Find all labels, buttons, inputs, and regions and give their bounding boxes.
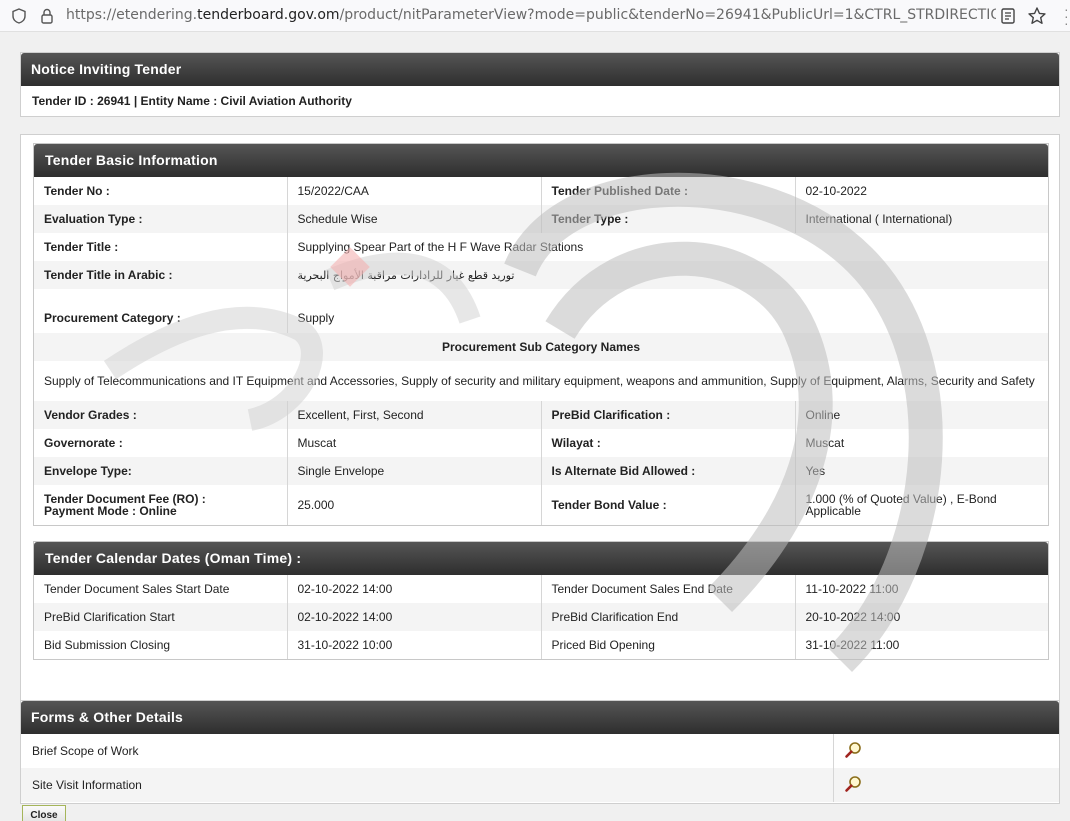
table-row: Bid Submission Closing 31-10-2022 10:00 … [34, 631, 1048, 659]
browser-toolbar: https://etendering.tenderboard.gov.om/pr… [0, 0, 1070, 32]
governorate-label: Governorate : [34, 429, 288, 457]
basic-info-table: Tender No : 15/2022/CAA Tender Published… [34, 177, 1048, 525]
calendar-label: Bid Submission Closing [34, 631, 288, 659]
lock-icon[interactable] [38, 7, 56, 25]
evaluation-type-value: Schedule Wise [287, 205, 542, 233]
document-fee-label: Tender Document Fee (RO) : Payment Mode :… [34, 485, 288, 525]
bond-value: 1.000 (% of Quoted Value) , E-Bond Appli… [805, 492, 997, 518]
tender-no-label: Tender No : [34, 177, 288, 205]
calendar-value: 02-10-2022 14:00 [287, 603, 542, 631]
tender-no-value: 15/2022/CAA [287, 177, 542, 205]
calendar-table: Tender Document Sales Start Date 02-10-2… [34, 575, 1048, 659]
table-row: Governorate : Muscat Wilayat : Muscat [34, 429, 1048, 457]
form-item-label: Brief Scope of Work [21, 734, 834, 768]
procurement-category-label: Procurement Category : [34, 289, 288, 333]
subcategory-heading: Procurement Sub Category Names [34, 333, 1048, 361]
table-row: Procurement Sub Category Names [34, 333, 1048, 361]
calendar-value: 20-10-2022 14:00 [795, 603, 1048, 631]
page-content: Notice Inviting Tender Tender ID : 26941… [0, 32, 1070, 821]
address-bar[interactable]: https://etendering.tenderboard.gov.om/pr… [66, 7, 996, 23]
tender-details-panel: Tender Basic Information Tender No : 15/… [20, 134, 1060, 714]
prebid-label: PreBid Clarification : [541, 401, 796, 429]
envelope-type-value: Single Envelope [287, 457, 542, 485]
alternate-bid-label: Is Alternate Bid Allowed : [541, 457, 796, 485]
tender-title-label: Tender Title : [34, 233, 288, 261]
vendor-grades-label: Vendor Grades : [34, 401, 288, 429]
bookmark-star-icon[interactable] [1027, 6, 1047, 26]
basic-info-section: Tender Basic Information Tender No : 15/… [33, 143, 1049, 526]
magnifier-icon[interactable] [844, 741, 862, 759]
calendar-label: PreBid Clarification End [541, 603, 796, 631]
basic-info-header: Tender Basic Information [34, 144, 1048, 177]
wilayat-value: Muscat [805, 436, 845, 450]
arabic-title-value: توريد قطع غيار للرادارات مراقبة الأمواج … [287, 261, 1048, 289]
table-row: Tender Document Fee (RO) : Payment Mode :… [34, 485, 1048, 525]
envelope-type-label: Envelope Type: [34, 457, 288, 485]
calendar-section: Tender Calendar Dates (Oman Time) : Tend… [33, 541, 1049, 660]
url-domain: tenderboard.gov.om [197, 7, 340, 23]
notice-header: Notice Inviting Tender [21, 53, 1059, 86]
forms-header: Forms & Other Details [21, 701, 1059, 734]
table-row: Tender Title : Supplying Spear Part of t… [34, 233, 1048, 261]
table-row: Tender Document Sales Start Date 02-10-2… [34, 575, 1048, 603]
table-row: Evaluation Type : Schedule Wise Tender T… [34, 205, 1048, 233]
vendor-grades-value: Excellent, First, Second [287, 401, 542, 429]
tender-type-label: Tender Type : [541, 205, 796, 233]
published-date-value: 02-10-2022 [805, 184, 867, 198]
calendar-label: Priced Bid Opening [541, 631, 796, 659]
arabic-title-label: Tender Title in Arabic : [34, 261, 288, 289]
overflow-menu-icon[interactable]: · · · [1064, 2, 1070, 30]
table-row: Tender Title in Arabic : توريد قطع غيار … [34, 261, 1048, 289]
prebid-value: Online [795, 401, 1048, 429]
reader-view-icon[interactable] [999, 7, 1017, 25]
url-path: /product/nitParameterView?mode=public&te… [339, 7, 996, 23]
published-date-label: Tender Published Date : [541, 177, 796, 205]
wilayat-label: Wilayat : [541, 429, 796, 457]
alternate-bid-value: Yes [795, 457, 1048, 485]
table-row: PreBid Clarification Start 02-10-2022 14… [34, 603, 1048, 631]
calendar-value: 31-10-2022 10:00 [287, 631, 542, 659]
tender-id-entity: Tender ID : 26941 | Entity Name : Civil … [32, 94, 352, 108]
governorate-value: Muscat [287, 429, 542, 457]
table-row: Envelope Type: Single Envelope Is Altern… [34, 457, 1048, 485]
form-item-action [833, 768, 1059, 802]
calendar-value: 02-10-2022 14:00 [287, 575, 542, 603]
table-row: Brief Scope of Work [21, 734, 1059, 768]
form-item-action [833, 734, 1059, 768]
table-row: Supply of Telecommunications and IT Equi… [34, 361, 1048, 401]
calendar-header: Tender Calendar Dates (Oman Time) : [34, 542, 1048, 575]
subcategory-names: Supply of Telecommunications and IT Equi… [44, 374, 1035, 388]
forms-panel: Forms & Other Details Brief Scope of Wor… [20, 700, 1060, 804]
url-prefix: https://etendering. [66, 7, 198, 23]
shield-icon[interactable] [10, 7, 28, 25]
magnifier-icon[interactable] [844, 775, 862, 793]
bond-value-label: Tender Bond Value : [541, 485, 796, 525]
payment-mode-text: Payment Mode : Online [44, 504, 177, 518]
table-row: Vendor Grades : Excellent, First, Second… [34, 401, 1048, 429]
calendar-label: Tender Document Sales Start Date [34, 575, 288, 603]
procurement-category-value: Supply [297, 311, 335, 325]
tender-type-value: International ( International) [795, 205, 1048, 233]
calendar-label: PreBid Clarification Start [34, 603, 288, 631]
table-row: Tender No : 15/2022/CAA Tender Published… [34, 177, 1048, 205]
forms-table: Brief Scope of Work Site Visit Informati… [21, 734, 1059, 802]
evaluation-type-label: Evaluation Type : [34, 205, 288, 233]
form-item-label: Site Visit Information [21, 768, 834, 802]
calendar-value: 11-10-2022 11:00 [805, 582, 899, 596]
tender-title-value: Supplying Spear Part of the H F Wave Rad… [297, 240, 584, 254]
document-fee-value: 25.000 [287, 485, 542, 525]
close-button[interactable]: Close [22, 805, 66, 821]
table-row: Site Visit Information [21, 768, 1059, 802]
calendar-value: 31-10-2022 11:00 [805, 638, 900, 652]
table-row: Procurement Category : Supply [34, 289, 1048, 333]
calendar-label: Tender Document Sales End Date [541, 575, 796, 603]
notice-panel: Notice Inviting Tender Tender ID : 26941… [20, 52, 1060, 117]
